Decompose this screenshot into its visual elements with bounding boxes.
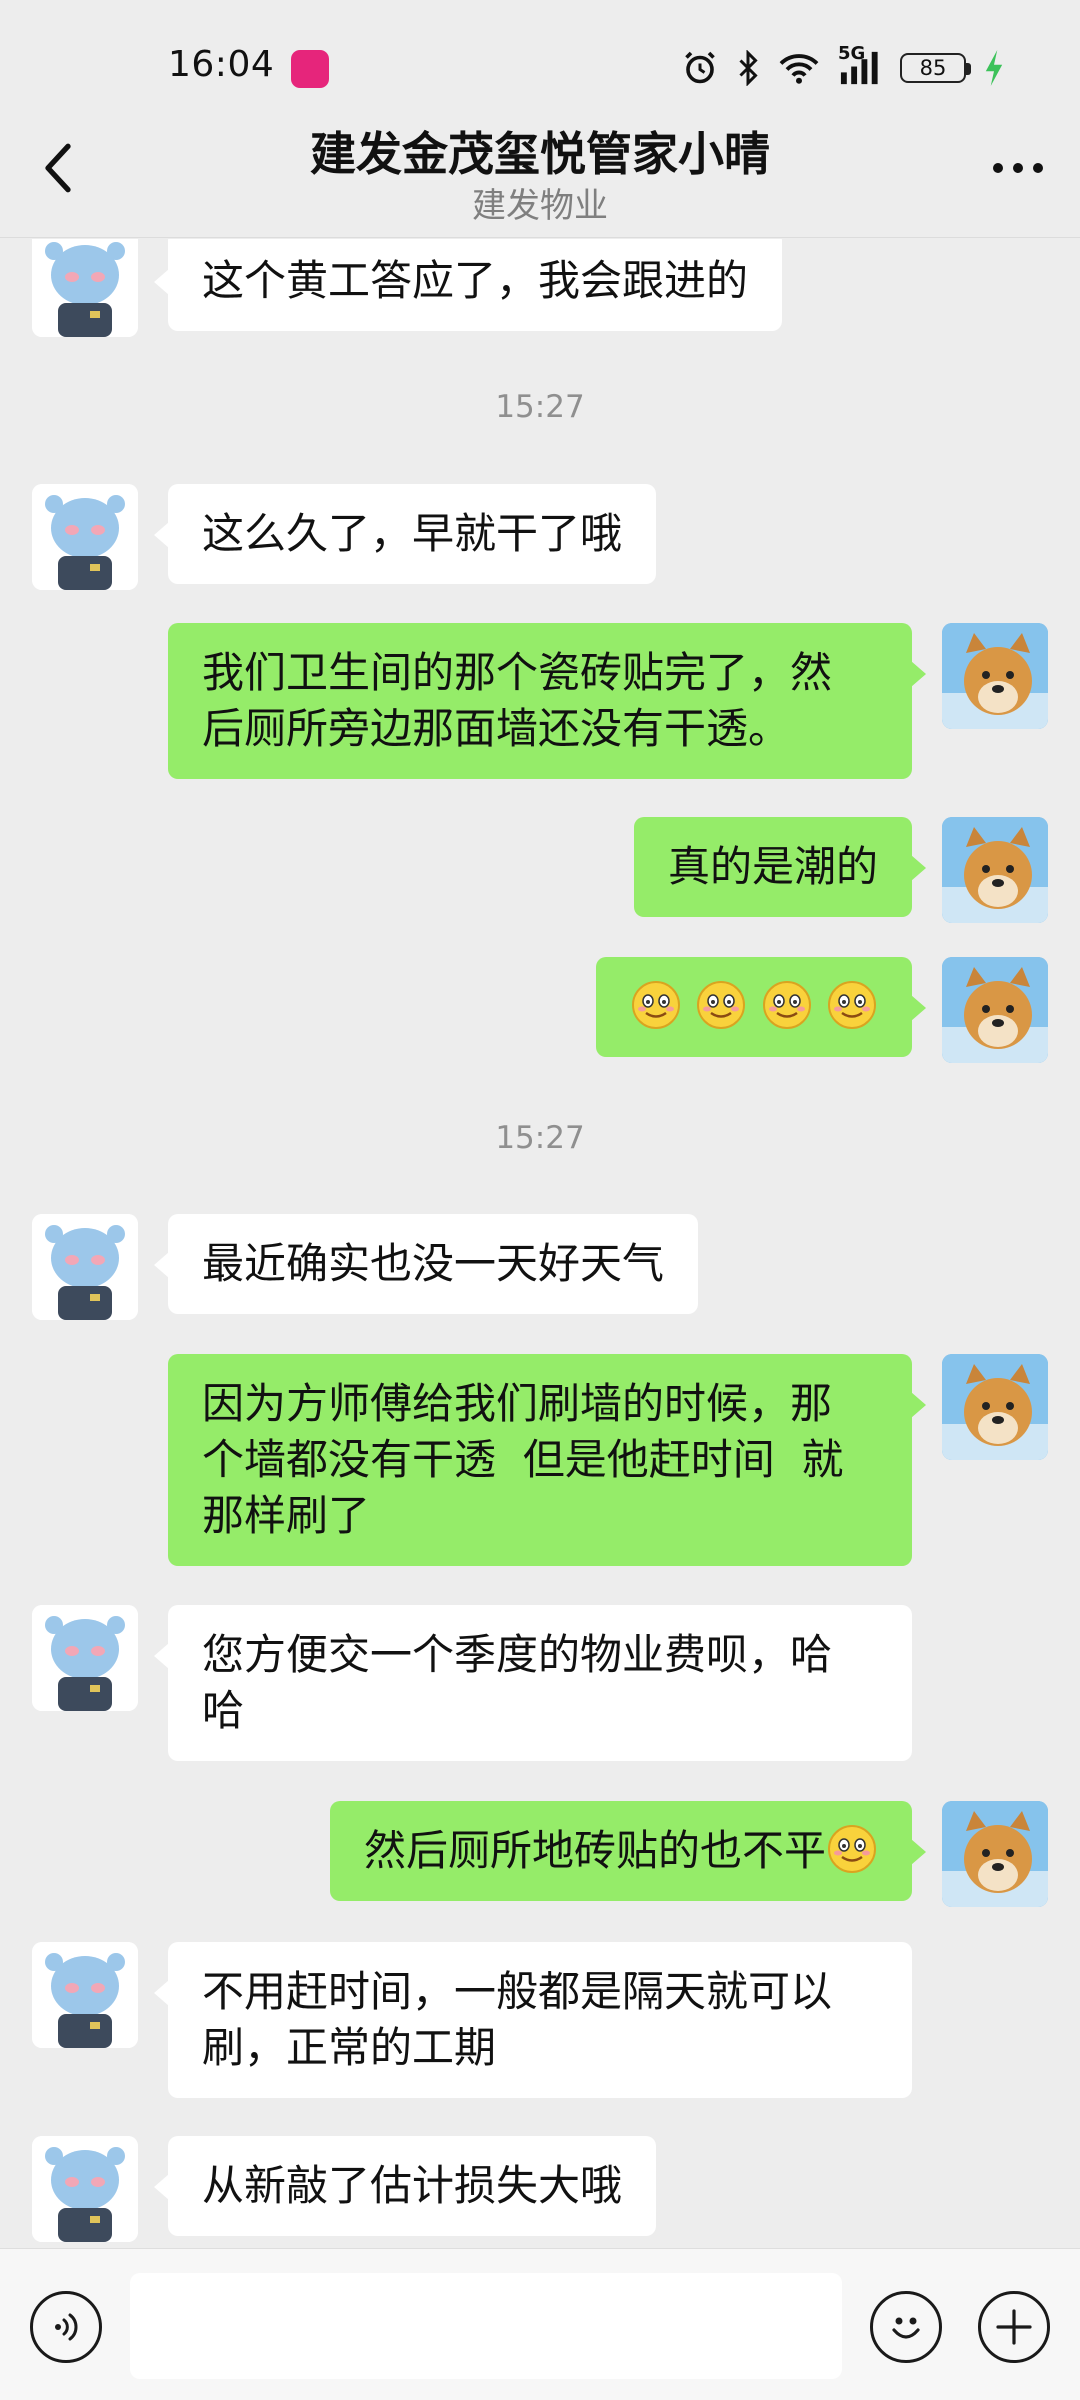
- signal-icon: 5G: [838, 43, 882, 85]
- message-bubble-received[interactable]: 不用赶时间，一般都是隔天就可以 刷，正常的工期: [154, 1942, 912, 2098]
- emoji-button[interactable]: [870, 2291, 942, 2363]
- voice-input-button[interactable]: [30, 2291, 102, 2363]
- network-type: 5G: [838, 43, 866, 64]
- message-text: 这么久了，早就干了哦: [202, 509, 623, 558]
- message-text: 从新敲了估计损失大哦: [202, 2161, 623, 2210]
- wifi-icon: [778, 51, 820, 85]
- self-avatar[interactable]: [942, 1801, 1048, 1907]
- smiley-icon: [892, 2317, 920, 2339]
- battery-level: 85: [919, 56, 947, 80]
- message-text: 我们卫生间的那个瓷砖贴完了，然: [202, 648, 833, 697]
- smile-emoji-icon: [631, 981, 680, 1029]
- more-icon: [993, 163, 1043, 173]
- message-bubble-received[interactable]: 从新敲了估计损失大哦: [153, 2136, 657, 2236]
- message-text: 刷，正常的工期: [202, 2023, 497, 2072]
- message-text: 然后厕所地砖贴的也不平: [363, 1826, 826, 1875]
- chat-header: 建发金茂玺悦管家小晴 建发物业: [0, 100, 1080, 238]
- contact-avatar[interactable]: [32, 239, 138, 337]
- more-button[interactable]: [982, 138, 1054, 198]
- message-text: 最近确实也没一天好天气: [202, 1239, 665, 1288]
- plus-icon: [996, 2309, 1032, 2345]
- message-bubble-received[interactable]: 最近确实也没一天好天气: [153, 1214, 699, 1314]
- message-text: 哈: [202, 1686, 245, 1735]
- self-avatar[interactable]: [942, 957, 1048, 1063]
- voice-icon: [55, 2313, 78, 2341]
- battery-indicator: 85: [900, 53, 971, 83]
- app-notification-icon: [291, 50, 329, 88]
- message-bubble-received[interactable]: 这个黄工答应了，我会跟进的: [153, 239, 783, 331]
- message-input[interactable]: [130, 2273, 842, 2379]
- contact-avatar[interactable]: [32, 2136, 138, 2242]
- message-bubble-received[interactable]: 您方便交一个季度的物业费呗，哈 哈: [154, 1605, 912, 1761]
- smile-emoji-icon: [762, 981, 811, 1029]
- contact-avatar[interactable]: [32, 484, 138, 590]
- contact-avatar[interactable]: [32, 1942, 138, 2048]
- chat-subtitle: 建发物业: [472, 186, 608, 226]
- message-bubble-received[interactable]: 这么久了，早就干了哦: [153, 484, 657, 584]
- message-text: 因为方师傅给我们刷墙的时候，那: [202, 1379, 833, 1428]
- message-text: 那样刷了: [202, 1491, 371, 1540]
- status-icons: 5G 85: [682, 43, 1004, 92]
- smile-emoji-icon: [828, 1825, 876, 1873]
- smile-emoji-icon: [828, 981, 876, 1029]
- bluetooth-icon: [736, 50, 760, 86]
- message-text: 您方便交一个季度的物业费呗，哈: [202, 1630, 833, 1679]
- status-time: 16:04: [168, 44, 275, 85]
- contact-avatar[interactable]: [32, 1214, 138, 1320]
- contact-avatar[interactable]: [32, 1605, 138, 1711]
- charging-icon: [984, 50, 1004, 86]
- message-bubble-sent[interactable]: [595, 957, 927, 1057]
- message-text: 真的是潮的: [667, 842, 878, 891]
- smile-emoji-icon: [697, 981, 746, 1029]
- self-avatar[interactable]: [942, 623, 1048, 729]
- message-text: 这个黄工答应了，我会跟进的: [202, 256, 749, 305]
- message-bubble-sent[interactable]: 我们卫生间的那个瓷砖贴完了，然 后厕所旁边那面墙还没有干透。: [168, 623, 926, 779]
- message-text: 个墙都没有干透 但是他赶时间 就: [202, 1435, 844, 1484]
- message-bubble-sent[interactable]: 因为方师傅给我们刷墙的时候，那 个墙都没有干透 但是他赶时间 就 那样刷了: [168, 1354, 926, 1566]
- self-avatar[interactable]: [942, 817, 1048, 923]
- message-timestamp: 15:27: [495, 1120, 585, 1156]
- message-text: 不用赶时间，一般都是隔天就可以: [202, 1967, 833, 2016]
- input-bar: [0, 2248, 1080, 2400]
- message-timestamp: 15:27: [495, 389, 585, 425]
- message-bubble-sent[interactable]: 然后厕所地砖贴的也不平: [329, 1801, 927, 1901]
- message-bubble-sent[interactable]: 真的是潮的: [633, 817, 927, 917]
- message-text: 后厕所旁边那面墙还没有干透。: [202, 704, 791, 753]
- self-avatar[interactable]: [942, 1354, 1048, 1460]
- chat-title: 建发金茂玺悦管家小晴: [310, 127, 770, 181]
- alarm-icon: [682, 50, 718, 86]
- more-functions-button[interactable]: [978, 2291, 1050, 2363]
- chat-list[interactable]: 这个黄工答应了，我会跟进的 15:27 这么久了，早就干了哦 我们卫生间的那个瓷…: [0, 239, 1080, 2247]
